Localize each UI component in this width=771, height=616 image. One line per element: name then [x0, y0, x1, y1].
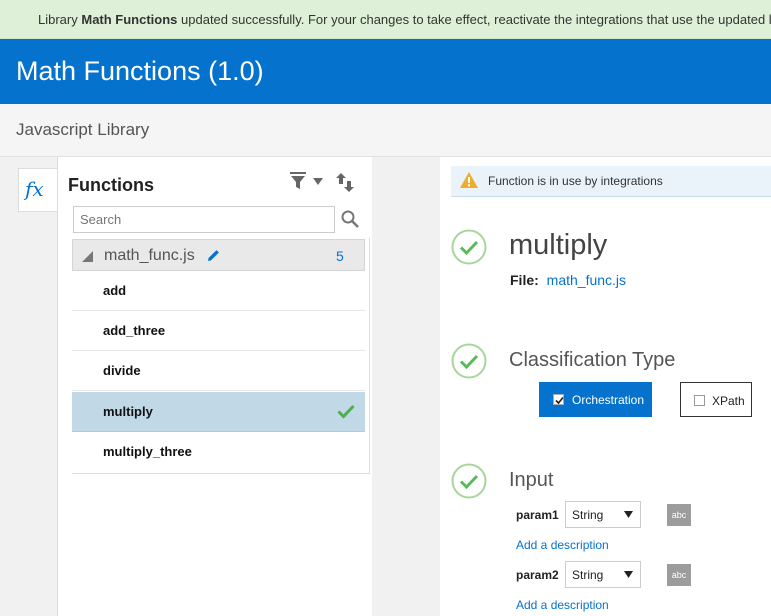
orchestration-toggle[interactable]: Orchestration: [539, 382, 652, 417]
name-section-check-icon: [451, 229, 487, 265]
xpath-toggle[interactable]: XPath: [680, 382, 752, 417]
classification-title: Classification Type: [509, 349, 676, 371]
param-name: param1: [516, 508, 559, 522]
page-title: Math Functions (1.0): [16, 56, 264, 86]
input-section-check-icon: [451, 463, 487, 499]
fx-icon: fx: [25, 177, 44, 201]
check-icon: [337, 404, 355, 419]
banner-library-name: Math Functions: [81, 11, 178, 27]
function-name-heading: multiply: [509, 229, 608, 261]
string-type-icon: abc: [667, 504, 691, 526]
orchestration-label: Orchestration: [572, 393, 645, 407]
library-type-label: Javascript Library: [16, 120, 150, 139]
function-item-add-three[interactable]: add_three: [72, 311, 365, 351]
param-name: param2: [516, 568, 559, 582]
banner-prefix: Library: [38, 11, 82, 27]
classification-check-icon: [451, 343, 487, 379]
param-type-value: String: [572, 568, 604, 582]
add-description-link[interactable]: Add a description: [516, 538, 609, 552]
functions-tab[interactable]: fx: [18, 168, 59, 212]
function-item-divide[interactable]: divide: [72, 351, 365, 391]
param-type-value: String: [572, 508, 604, 522]
input-title: Input: [509, 469, 554, 491]
function-item-label: multiply_three: [103, 444, 192, 459]
collapse-triangle-icon[interactable]: [82, 251, 93, 262]
dropdown-caret-icon: [624, 511, 633, 518]
function-item-label: add: [103, 283, 127, 298]
filter-icon[interactable]: [290, 172, 306, 190]
pencil-icon[interactable]: [207, 249, 220, 262]
string-type-icon: abc: [667, 564, 691, 586]
subheader: Javascript Library: [0, 104, 771, 157]
chevron-down-icon[interactable]: [313, 178, 323, 186]
function-item-multiply-three[interactable]: multiply_three: [72, 432, 365, 472]
sort-icon[interactable]: [336, 173, 354, 192]
file-value: math_func.js: [546, 272, 627, 288]
banner-suffix: updated successfully. For your changes t…: [177, 11, 771, 27]
param-type-select[interactable]: String: [565, 501, 641, 528]
group-count: 5: [336, 248, 344, 264]
warning-text: Function is in use by integrations: [488, 174, 663, 188]
function-item-multiply[interactable]: multiply: [72, 392, 365, 432]
library-file-group[interactable]: math_func.js 5: [72, 239, 365, 271]
file-info: File: math_func.js: [510, 272, 626, 288]
banner-message: Library Math Functions updated successfu…: [38, 12, 771, 27]
xpath-label: XPath: [712, 394, 745, 408]
add-description-link[interactable]: Add a description: [516, 598, 609, 612]
search-input[interactable]: [73, 206, 335, 233]
param-type-select[interactable]: String: [565, 561, 641, 588]
warning-icon: [460, 172, 478, 188]
function-item-label: multiply: [103, 404, 153, 419]
function-item-label: add_three: [103, 323, 166, 338]
success-banner: Library Math Functions updated successfu…: [0, 0, 771, 39]
search-icon[interactable]: [341, 210, 359, 228]
checkmark-icon: [555, 396, 564, 405]
in-use-warning: Function is in use by integrations: [451, 166, 771, 197]
function-item-add[interactable]: add: [72, 271, 365, 311]
orchestration-checkbox[interactable]: [553, 394, 564, 405]
functions-title: Functions: [68, 175, 154, 195]
xpath-checkbox[interactable]: [694, 395, 705, 406]
group-file-name: math_func.js: [104, 247, 195, 264]
file-label: File:: [510, 272, 539, 288]
page-header: Math Functions (1.0): [0, 39, 771, 104]
function-item-label: divide: [103, 363, 141, 378]
dropdown-caret-icon: [624, 571, 633, 578]
